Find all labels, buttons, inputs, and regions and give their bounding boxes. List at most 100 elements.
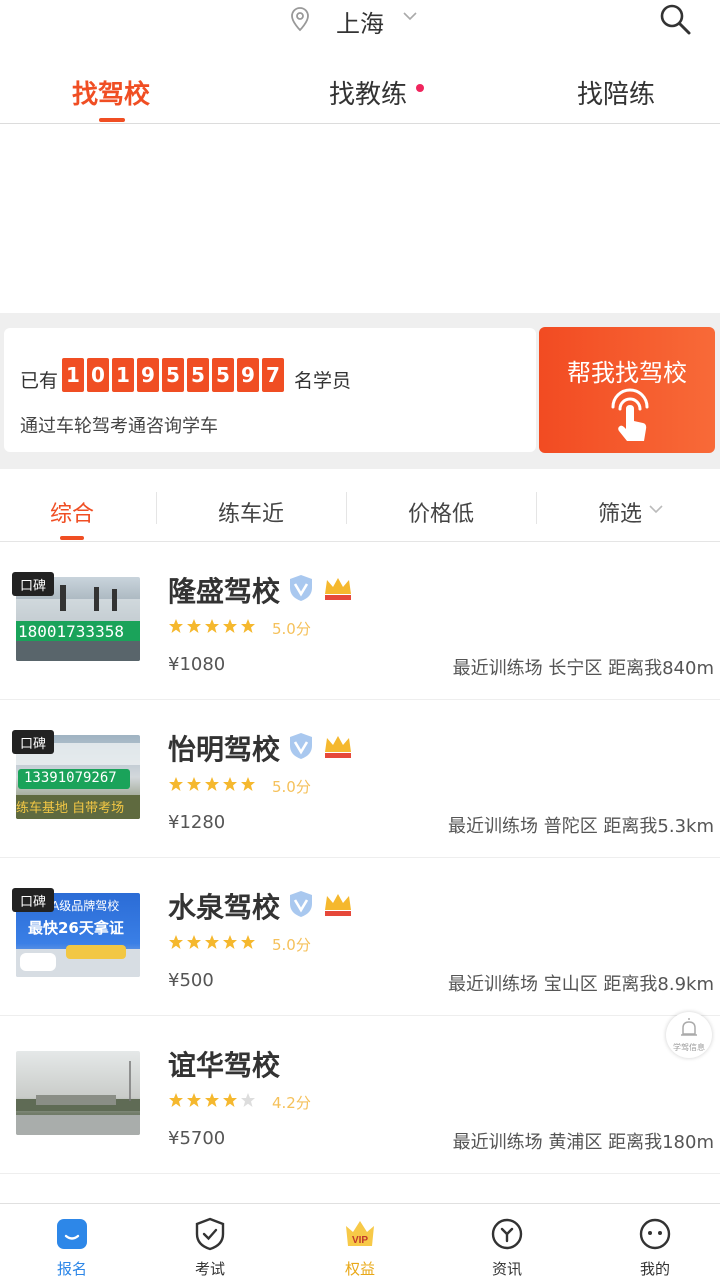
- exam-check-icon: [195, 1217, 225, 1251]
- reputation-badge: 口碑: [12, 730, 54, 754]
- star-icon: [187, 1093, 201, 1107]
- nav-label: 报名: [56, 1260, 87, 1278]
- rating-stars: [168, 618, 256, 634]
- school-name: 水泉驾校: [168, 891, 281, 924]
- location-pin-icon[interactable]: [289, 6, 311, 32]
- profile-face-icon: [639, 1218, 671, 1250]
- alarm-icon: [681, 1018, 697, 1036]
- rating-stars: [168, 934, 256, 950]
- student-count-card: 已有 1 0 1 9 5 5 5 9 7 名学员 通过车轮驾考通咨询学车: [4, 328, 536, 452]
- help-find-school-button[interactable]: 帮我找驾校: [539, 327, 715, 453]
- star-icon: [223, 777, 237, 791]
- tab-find-practice-partner[interactable]: 找陪练: [577, 74, 655, 111]
- tab-find-coach[interactable]: 找教练: [329, 74, 407, 111]
- sort-filter[interactable]: 筛选: [598, 496, 642, 528]
- school-location: 最近训练场 普陀区 距离我5.3km: [447, 816, 714, 837]
- count-digit: 5: [212, 358, 234, 392]
- rating-score: 5.0分: [272, 620, 311, 638]
- driving-info-float-button[interactable]: 学驾信息: [666, 1012, 712, 1058]
- school-list-item[interactable]: 18001733358 口碑 隆盛驾校 5.0分 ¥1080 最近训练场 长宁区…: [0, 542, 720, 700]
- float-button-label: 学驾信息: [673, 1043, 705, 1052]
- count-prefix: 已有: [20, 370, 59, 392]
- chevron-down-icon[interactable]: [648, 502, 664, 516]
- crown-icon: [325, 578, 351, 600]
- star-icon: [223, 1093, 237, 1107]
- tap-hand-icon: [611, 388, 649, 441]
- count-suffix: 名学员: [294, 370, 352, 392]
- school-price: ¥1080: [168, 654, 226, 675]
- divider: [346, 492, 347, 524]
- nav-signup[interactable]: 报名: [0, 1204, 144, 1280]
- star-empty-icon: [241, 1093, 255, 1107]
- search-icon[interactable]: [658, 2, 692, 36]
- city-selector[interactable]: 上海: [336, 4, 384, 39]
- nav-label: 权益: [344, 1260, 375, 1278]
- vip-crown-icon: VIP: [346, 1221, 374, 1246]
- verified-v-icon: [290, 733, 312, 759]
- star-icon: [187, 619, 201, 633]
- nav-news[interactable]: 资讯: [435, 1204, 579, 1280]
- count-digit: 9: [237, 358, 259, 392]
- star-icon: [205, 777, 219, 791]
- student-count-digits: 1 0 1 9 5 5 5 9 7: [62, 358, 284, 394]
- star-icon: [169, 619, 183, 633]
- verified-v-icon: [290, 891, 312, 917]
- nav-label: 资讯: [491, 1260, 522, 1278]
- star-icon: [223, 935, 237, 949]
- school-name: 怡明驾校: [168, 733, 281, 766]
- school-list-item[interactable]: AAA级品牌驾校 最快26天拿证 口碑 水泉驾校 5.0分 ¥500 最近训练场…: [0, 858, 720, 1016]
- nav-label: 我的: [639, 1260, 670, 1278]
- divider: [156, 492, 157, 524]
- thumbnail-caption-text: 练车基地 自带考场: [16, 801, 125, 816]
- notification-dot: [416, 84, 424, 92]
- star-icon: [241, 619, 255, 633]
- nav-benefits[interactable]: VIP 权益: [288, 1204, 432, 1280]
- star-icon: [205, 935, 219, 949]
- school-location: 最近训练场 黄浦区 距离我180m: [452, 1132, 714, 1153]
- rating-score: 4.2分: [272, 1094, 311, 1112]
- divider: [536, 492, 537, 524]
- thumbnail-phone-text: 13391079267: [24, 770, 117, 786]
- rating-stars: [168, 776, 256, 792]
- star-icon: [205, 1093, 219, 1107]
- school-price: ¥5700: [168, 1128, 226, 1149]
- school-name: 隆盛驾校: [168, 575, 281, 608]
- star-icon: [169, 777, 183, 791]
- sort-active-indicator: [60, 536, 84, 540]
- count-digit: 5: [187, 358, 209, 392]
- bottom-navigation: 报名 考试 VIP 权益 资讯 我的: [0, 1203, 720, 1280]
- vip-badge-text: VIP: [352, 1235, 368, 1246]
- school-list-item[interactable]: 13391079267 练车基地 自带考场 口碑 怡明驾校 5.0分 ¥1280…: [0, 700, 720, 858]
- star-icon: [223, 619, 237, 633]
- thumbnail-caption-text: 最快26天拿证: [28, 919, 124, 937]
- active-tab-indicator: [99, 118, 125, 122]
- reputation-badge: 口碑: [12, 888, 54, 912]
- help-find-school-label: 帮我找驾校: [567, 359, 687, 387]
- thumbnail-building-image: [16, 1061, 140, 1135]
- nav-exam[interactable]: 考试: [138, 1204, 282, 1280]
- top-bar: 上海: [0, 0, 720, 40]
- rating-score: 5.0分: [272, 936, 311, 954]
- nav-mine[interactable]: 我的: [583, 1204, 720, 1280]
- banner-area: [0, 125, 720, 313]
- nav-label: 考试: [194, 1260, 225, 1278]
- sort-bar: 综合 练车近 价格低 筛选: [0, 470, 720, 542]
- main-tabs: 找驾校 找教练 找陪练: [0, 60, 720, 124]
- sort-nearest[interactable]: 练车近: [218, 496, 284, 528]
- thumbnail-phone-text: 18001733358: [18, 622, 124, 641]
- count-digit: 5: [162, 358, 184, 392]
- count-digit: 9: [137, 358, 159, 392]
- school-list-item[interactable]: 谊华驾校 4.2分 ¥5700 最近训练场 黄浦区 距离我180m: [0, 1016, 720, 1174]
- tab-find-school[interactable]: 找驾校: [72, 74, 150, 111]
- student-count-section: 已有 1 0 1 9 5 5 5 9 7 名学员 通过车轮驾考通咨询学车 帮我找…: [0, 313, 720, 469]
- star-icon: [241, 777, 255, 791]
- count-digit: 0: [87, 358, 109, 392]
- school-thumbnail: [16, 1051, 140, 1135]
- school-price: ¥500: [168, 970, 214, 991]
- school-location: 最近训练场 宝山区 距离我8.9km: [447, 974, 714, 995]
- chevron-down-icon[interactable]: [402, 8, 418, 24]
- rating-score: 5.0分: [272, 778, 311, 796]
- reputation-badge: 口碑: [12, 572, 54, 596]
- sort-comprehensive[interactable]: 综合: [50, 496, 94, 528]
- sort-lowest-price[interactable]: 价格低: [408, 496, 474, 528]
